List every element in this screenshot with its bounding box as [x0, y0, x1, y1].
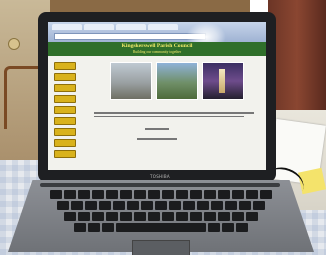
- browser-toolbar: [48, 22, 266, 42]
- keyboard: [36, 190, 286, 240]
- key[interactable]: [162, 190, 174, 199]
- key[interactable]: [176, 190, 188, 199]
- nav-button[interactable]: [54, 128, 76, 136]
- photo-scene: Kingskerswell Parish Council Building ou…: [0, 0, 326, 255]
- text-line: [145, 128, 169, 130]
- key[interactable]: [218, 190, 230, 199]
- key[interactable]: [232, 212, 244, 221]
- address-bar[interactable]: [54, 33, 206, 40]
- browser-tab[interactable]: [52, 24, 82, 30]
- key[interactable]: [208, 223, 220, 232]
- key[interactable]: [225, 201, 237, 210]
- key[interactable]: [218, 212, 230, 221]
- key[interactable]: [88, 223, 100, 232]
- key[interactable]: [120, 212, 132, 221]
- door-knob: [8, 38, 20, 50]
- key[interactable]: [183, 201, 195, 210]
- touchpad[interactable]: [132, 240, 190, 255]
- church-night-photo: [202, 62, 244, 100]
- key[interactable]: [148, 190, 160, 199]
- key[interactable]: [211, 201, 223, 210]
- key[interactable]: [92, 190, 104, 199]
- browser-tab[interactable]: [84, 24, 114, 30]
- nav-button[interactable]: [54, 106, 76, 114]
- laptop-screen: Kingskerswell Parish Council Building ou…: [48, 22, 266, 170]
- key[interactable]: [260, 190, 272, 199]
- key[interactable]: [155, 201, 167, 210]
- key[interactable]: [134, 190, 146, 199]
- space-key[interactable]: [116, 223, 206, 232]
- key[interactable]: [127, 201, 139, 210]
- key[interactable]: [85, 201, 97, 210]
- key[interactable]: [253, 201, 265, 210]
- nav-button[interactable]: [54, 84, 76, 92]
- key[interactable]: [71, 201, 83, 210]
- nav-button[interactable]: [54, 117, 76, 125]
- text-line: [137, 138, 177, 140]
- key[interactable]: [78, 212, 90, 221]
- key[interactable]: [190, 190, 202, 199]
- nav-button[interactable]: [54, 139, 76, 147]
- key[interactable]: [141, 201, 153, 210]
- key[interactable]: [99, 201, 111, 210]
- laptop-brand: TOSHIBA: [150, 174, 170, 179]
- browser-tab[interactable]: [148, 24, 178, 30]
- key[interactable]: [120, 190, 132, 199]
- key[interactable]: [134, 212, 146, 221]
- site-subtitle: Building our community together: [132, 50, 182, 54]
- text-line: [94, 112, 254, 114]
- nav-button[interactable]: [54, 95, 76, 103]
- text-line: [94, 115, 244, 117]
- key[interactable]: [106, 212, 118, 221]
- key[interactable]: [102, 223, 114, 232]
- key[interactable]: [74, 223, 86, 232]
- intro-paragraph: [94, 112, 254, 119]
- nav-button[interactable]: [54, 150, 76, 158]
- key[interactable]: [50, 190, 62, 199]
- key[interactable]: [106, 190, 118, 199]
- speaker-strip: [40, 183, 280, 187]
- key[interactable]: [204, 190, 216, 199]
- church-steeple: [219, 69, 225, 93]
- key[interactable]: [204, 212, 216, 221]
- site-header: Kingskerswell Parish Council Building ou…: [48, 42, 266, 56]
- nav-button[interactable]: [54, 73, 76, 81]
- key[interactable]: [57, 201, 69, 210]
- key[interactable]: [162, 212, 174, 221]
- key[interactable]: [246, 212, 258, 221]
- curtain: [268, 0, 326, 110]
- key[interactable]: [113, 201, 125, 210]
- key[interactable]: [222, 223, 234, 232]
- photo-strip: [110, 62, 244, 100]
- key[interactable]: [246, 190, 258, 199]
- site-title: Kingskerswell Parish Council: [121, 43, 193, 49]
- key[interactable]: [64, 212, 76, 221]
- key[interactable]: [169, 201, 181, 210]
- village-photo: [110, 62, 152, 100]
- key[interactable]: [239, 201, 251, 210]
- site-nav: [54, 62, 76, 161]
- key[interactable]: [197, 201, 209, 210]
- key[interactable]: [64, 190, 76, 199]
- key[interactable]: [190, 212, 202, 221]
- nav-button[interactable]: [54, 62, 76, 70]
- key[interactable]: [92, 212, 104, 221]
- landscape-photo: [156, 62, 198, 100]
- key[interactable]: [232, 190, 244, 199]
- key[interactable]: [176, 212, 188, 221]
- key[interactable]: [148, 212, 160, 221]
- key[interactable]: [78, 190, 90, 199]
- browser-tab[interactable]: [116, 24, 146, 30]
- key[interactable]: [236, 223, 248, 232]
